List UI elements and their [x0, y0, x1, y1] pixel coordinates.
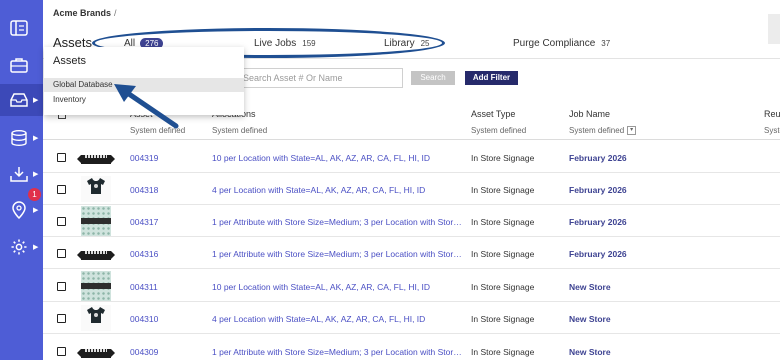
tab-purge-compliance[interactable]: Purge Compliance 37	[513, 38, 610, 49]
asset-type: In Store Signage	[471, 217, 535, 227]
row-checkbox[interactable]	[57, 314, 66, 323]
chevron-right-icon: ▶	[33, 171, 39, 178]
asset-thumbnail[interactable]	[81, 271, 111, 301]
table-row[interactable]: 004311 10 per Location with State=AL, AK…	[43, 270, 780, 302]
job-name-link[interactable]: New Store	[569, 347, 611, 357]
store-sign-thumbnail	[77, 251, 115, 260]
rail-settings[interactable]: ▶	[0, 231, 43, 263]
gear-icon	[11, 239, 27, 255]
pattern-thumbnail	[81, 206, 111, 236]
job-name-link[interactable]: February 2026	[569, 217, 627, 227]
download-icon	[10, 167, 28, 182]
column-sub-text: System defined	[569, 126, 625, 135]
database-icon	[11, 130, 27, 146]
chevron-right-icon: ▶	[33, 97, 39, 104]
asset-id-link[interactable]: 004311	[130, 282, 158, 292]
breadcrumb-root[interactable]: Acme Brands	[53, 8, 111, 18]
rail-briefcase[interactable]	[0, 49, 43, 81]
row-checkbox[interactable]	[57, 249, 66, 258]
job-name-link[interactable]: February 2026	[569, 249, 627, 259]
asset-id-link[interactable]: 004316	[130, 249, 158, 259]
pattern-thumbnail	[81, 271, 111, 301]
location-pin-icon	[12, 201, 26, 219]
table-row[interactable]: 004310 4 per Location with State=AL, AK,…	[43, 302, 780, 334]
asset-type: In Store Signage	[471, 282, 535, 292]
tab-label: Purge Compliance	[513, 38, 596, 49]
allocation-link[interactable]: 1 per Attribute with Store Size=Medium; …	[212, 217, 464, 227]
column-sub-label: System defined	[471, 126, 527, 135]
chevron-right-icon: ▶	[33, 244, 39, 251]
asset-thumbnail[interactable]	[77, 346, 115, 358]
table-row[interactable]: 004309 1 per Attribute with Store Size=M…	[43, 335, 780, 360]
asset-thumbnail[interactable]	[81, 176, 111, 202]
chevron-right-icon: ▶	[33, 135, 39, 142]
allocation-link[interactable]: 10 per Location with State=AL, AK, AZ, A…	[212, 282, 464, 292]
job-name-link[interactable]: February 2026	[569, 153, 627, 163]
search-button[interactable]: Search	[411, 71, 455, 85]
column-sub-label: Syste	[764, 126, 780, 135]
annotation-arrow	[114, 84, 179, 129]
rail-database[interactable]: ▶	[0, 122, 43, 154]
asset-thumbnail[interactable]	[81, 206, 111, 236]
rail-locations[interactable]: 1 ▶	[0, 188, 43, 226]
left-nav-rail: ▶ ▶ ▶ 1 ▶ ▶	[0, 0, 43, 360]
asset-type: In Store Signage	[471, 314, 535, 324]
top-right-control[interactable]	[768, 14, 780, 44]
rail-download[interactable]: ▶	[0, 158, 43, 190]
table-row[interactable]: 004319 10 per Location with State=AL, AK…	[43, 141, 780, 173]
asset-thumbnail[interactable]	[81, 305, 111, 331]
tshirt-thumbnail	[81, 176, 111, 202]
column-sub-label: System defined	[212, 126, 268, 135]
asset-type: In Store Signage	[471, 153, 535, 163]
briefcase-icon	[10, 58, 28, 73]
allocation-link[interactable]: 10 per Location with State=AL, AK, AZ, A…	[212, 153, 464, 163]
breadcrumb: Acme Brands /	[53, 8, 117, 18]
asset-id-link[interactable]: 004310	[130, 314, 158, 324]
panel-icon	[10, 20, 28, 36]
add-filter-button[interactable]: Add Filter	[465, 71, 518, 85]
column-sub-label: System defined ▾	[569, 126, 637, 136]
inbox-icon	[10, 93, 28, 107]
row-checkbox[interactable]	[57, 282, 66, 291]
row-checkbox[interactable]	[57, 347, 66, 356]
filter-icon[interactable]: ▾	[627, 126, 637, 136]
search-input[interactable]	[236, 68, 403, 88]
asset-thumbnail[interactable]	[77, 248, 115, 260]
allocation-link[interactable]: 1 per Attribute with Store Size=Medium; …	[212, 347, 464, 357]
store-sign-thumbnail	[77, 155, 115, 164]
asset-type: In Store Signage	[471, 249, 535, 259]
dropdown-title: Assets	[53, 55, 87, 67]
column-header-job-name[interactable]: Job Name	[569, 109, 610, 119]
store-sign-thumbnail	[77, 349, 115, 358]
row-checkbox[interactable]	[57, 185, 66, 194]
allocation-link[interactable]: 4 per Location with State=AL, AK, AZ, AR…	[212, 314, 464, 324]
row-checkbox[interactable]	[57, 217, 66, 226]
asset-type: In Store Signage	[471, 347, 535, 357]
asset-type: In Store Signage	[471, 185, 535, 195]
allocation-link[interactable]: 1 per Attribute with Store Size=Medium; …	[212, 249, 464, 259]
column-header-asset-type[interactable]: Asset Type	[471, 109, 515, 119]
tshirt-thumbnail	[81, 305, 111, 331]
notification-badge: 1	[28, 188, 41, 201]
rail-panel[interactable]	[0, 12, 43, 44]
allocation-link[interactable]: 4 per Location with State=AL, AK, AZ, AR…	[212, 185, 464, 195]
breadcrumb-separator: /	[114, 8, 117, 18]
job-name-link[interactable]: New Store	[569, 282, 611, 292]
asset-id-link[interactable]: 004319	[130, 153, 158, 163]
tab-count: 37	[601, 39, 611, 48]
job-name-link[interactable]: New Store	[569, 314, 611, 324]
chevron-right-icon: ▶	[33, 207, 39, 214]
asset-id-link[interactable]: 004318	[130, 185, 158, 195]
asset-thumbnail[interactable]	[77, 152, 115, 164]
table-row[interactable]: 004316 1 per Attribute with Store Size=M…	[43, 237, 780, 269]
asset-id-link[interactable]: 004317	[130, 217, 158, 227]
row-checkbox[interactable]	[57, 153, 66, 162]
job-name-link[interactable]: February 2026	[569, 185, 627, 195]
table-row[interactable]: 004317 1 per Attribute with Store Size=M…	[43, 205, 780, 237]
rail-assets[interactable]: ▶	[0, 84, 43, 116]
table-row[interactable]: 004318 4 per Location with State=AL, AK,…	[43, 173, 780, 205]
column-header-reuse[interactable]: Reu	[764, 109, 780, 119]
asset-id-link[interactable]: 004309	[130, 347, 158, 357]
